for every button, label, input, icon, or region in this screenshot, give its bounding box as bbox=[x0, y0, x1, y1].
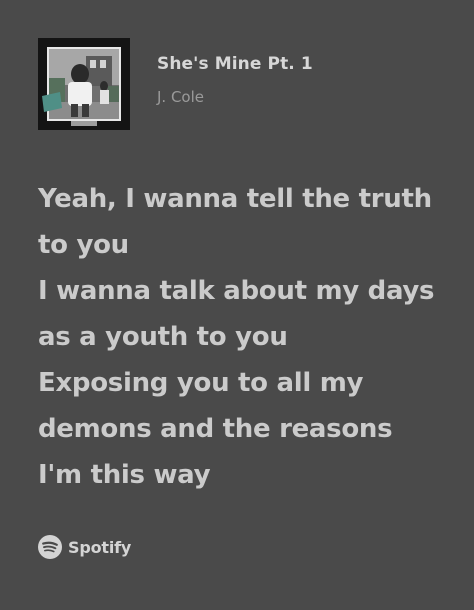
lyric-line: to you bbox=[38, 230, 129, 260]
lyrics-block: Yeah, I wanna tell the truth to you I wa… bbox=[38, 176, 448, 498]
track-artist: J. Cole bbox=[157, 88, 205, 106]
spotify-icon bbox=[38, 535, 62, 559]
lyric-line: I'm this way bbox=[38, 460, 211, 490]
lyric-line: Exposing you to all my bbox=[38, 368, 364, 398]
lyrics-share-card: She's Mine Pt. 1 J. Cole Yeah, I wanna t… bbox=[0, 0, 474, 610]
track-header: She's Mine Pt. 1 J. Cole bbox=[38, 38, 438, 130]
lyric-line: I wanna talk about my days bbox=[38, 276, 435, 306]
lyric-line: Yeah, I wanna tell the truth bbox=[38, 184, 432, 214]
lyric-line: demons and the reasons bbox=[38, 414, 393, 444]
spotify-wordmark: Spotify bbox=[68, 537, 132, 557]
track-title: She's Mine Pt. 1 bbox=[157, 54, 313, 74]
spotify-logo: Spotify bbox=[38, 534, 131, 560]
lyric-line: as a youth to you bbox=[38, 322, 288, 352]
album-cover-image bbox=[38, 38, 130, 130]
